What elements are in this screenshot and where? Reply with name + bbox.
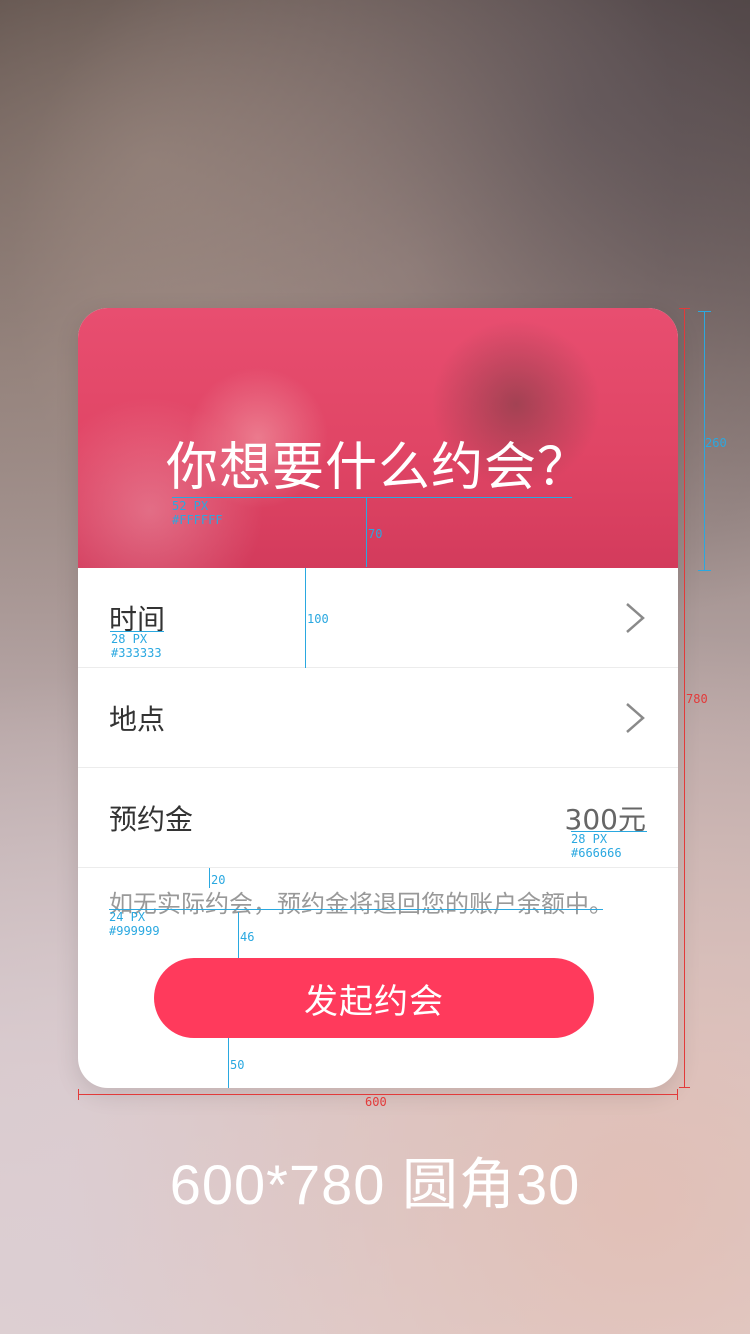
hero-title: 你想要什么约会？ xyxy=(165,438,590,498)
anno-title-underline xyxy=(172,497,572,498)
anno-row-height-line xyxy=(305,568,306,668)
anno-row-height: 100 xyxy=(307,612,329,626)
anno-title-gap: 70 xyxy=(368,527,383,541)
anno-card-height: 780 xyxy=(686,692,708,706)
anno-card-height-line xyxy=(684,308,685,1088)
anno-card-left-tick xyxy=(78,1089,79,1100)
chevron-right-icon xyxy=(626,603,645,633)
anno-hero-bottom-tick xyxy=(698,570,711,571)
anno-value-color: #666666 xyxy=(571,846,622,860)
anno-note-gap-line xyxy=(209,868,210,888)
row-label-deposit: 预约金 xyxy=(109,803,194,836)
spec-caption: 600*780 圆角30 xyxy=(169,1153,581,1216)
anno-card-right-tick xyxy=(677,1089,678,1100)
anno-hero-top-tick xyxy=(698,311,711,312)
anno-value-size: 28 PX xyxy=(571,832,608,846)
anno-label-color: #333333 xyxy=(111,646,162,660)
anno-card-bottom-tick xyxy=(679,1087,690,1088)
anno-card-width: 600 xyxy=(365,1095,387,1109)
anno-note-color: #999999 xyxy=(109,924,160,938)
anno-title-size: 52 PX xyxy=(172,499,209,513)
anno-label-size: 28 PX xyxy=(111,632,148,646)
row-location[interactable]: 地点 xyxy=(78,668,678,768)
row-label-location: 地点 xyxy=(109,703,166,736)
anno-button-gap-top: 46 xyxy=(240,930,255,944)
anno-title-color: #FFFFFF xyxy=(172,513,223,527)
anno-button-bottom-line xyxy=(228,1038,229,1088)
chevron-right-icon xyxy=(626,703,645,733)
anno-note-gap: 20 xyxy=(211,873,226,887)
anno-card-top-tick xyxy=(679,308,690,309)
start-date-button[interactable]: 发起约会 xyxy=(154,958,594,1038)
row-time[interactable]: 时间 xyxy=(78,568,678,668)
anno-button-gap-bottom: 50 xyxy=(230,1058,245,1072)
anno-title-gap-line xyxy=(366,497,367,567)
anno-note-size: 24 PX xyxy=(109,910,146,924)
anno-button-gap-line xyxy=(238,912,239,958)
date-dialog-card: 你想要什么约会？ 时间 地点 预约金 300元 如无实际约会，预约金将退回您的账… xyxy=(78,308,678,1088)
refund-note: 如无实际约会，预约金将退回您的账户余额中。 xyxy=(109,890,613,918)
anno-hero-height: 260 xyxy=(705,436,727,450)
anno-note-underline xyxy=(109,909,603,910)
